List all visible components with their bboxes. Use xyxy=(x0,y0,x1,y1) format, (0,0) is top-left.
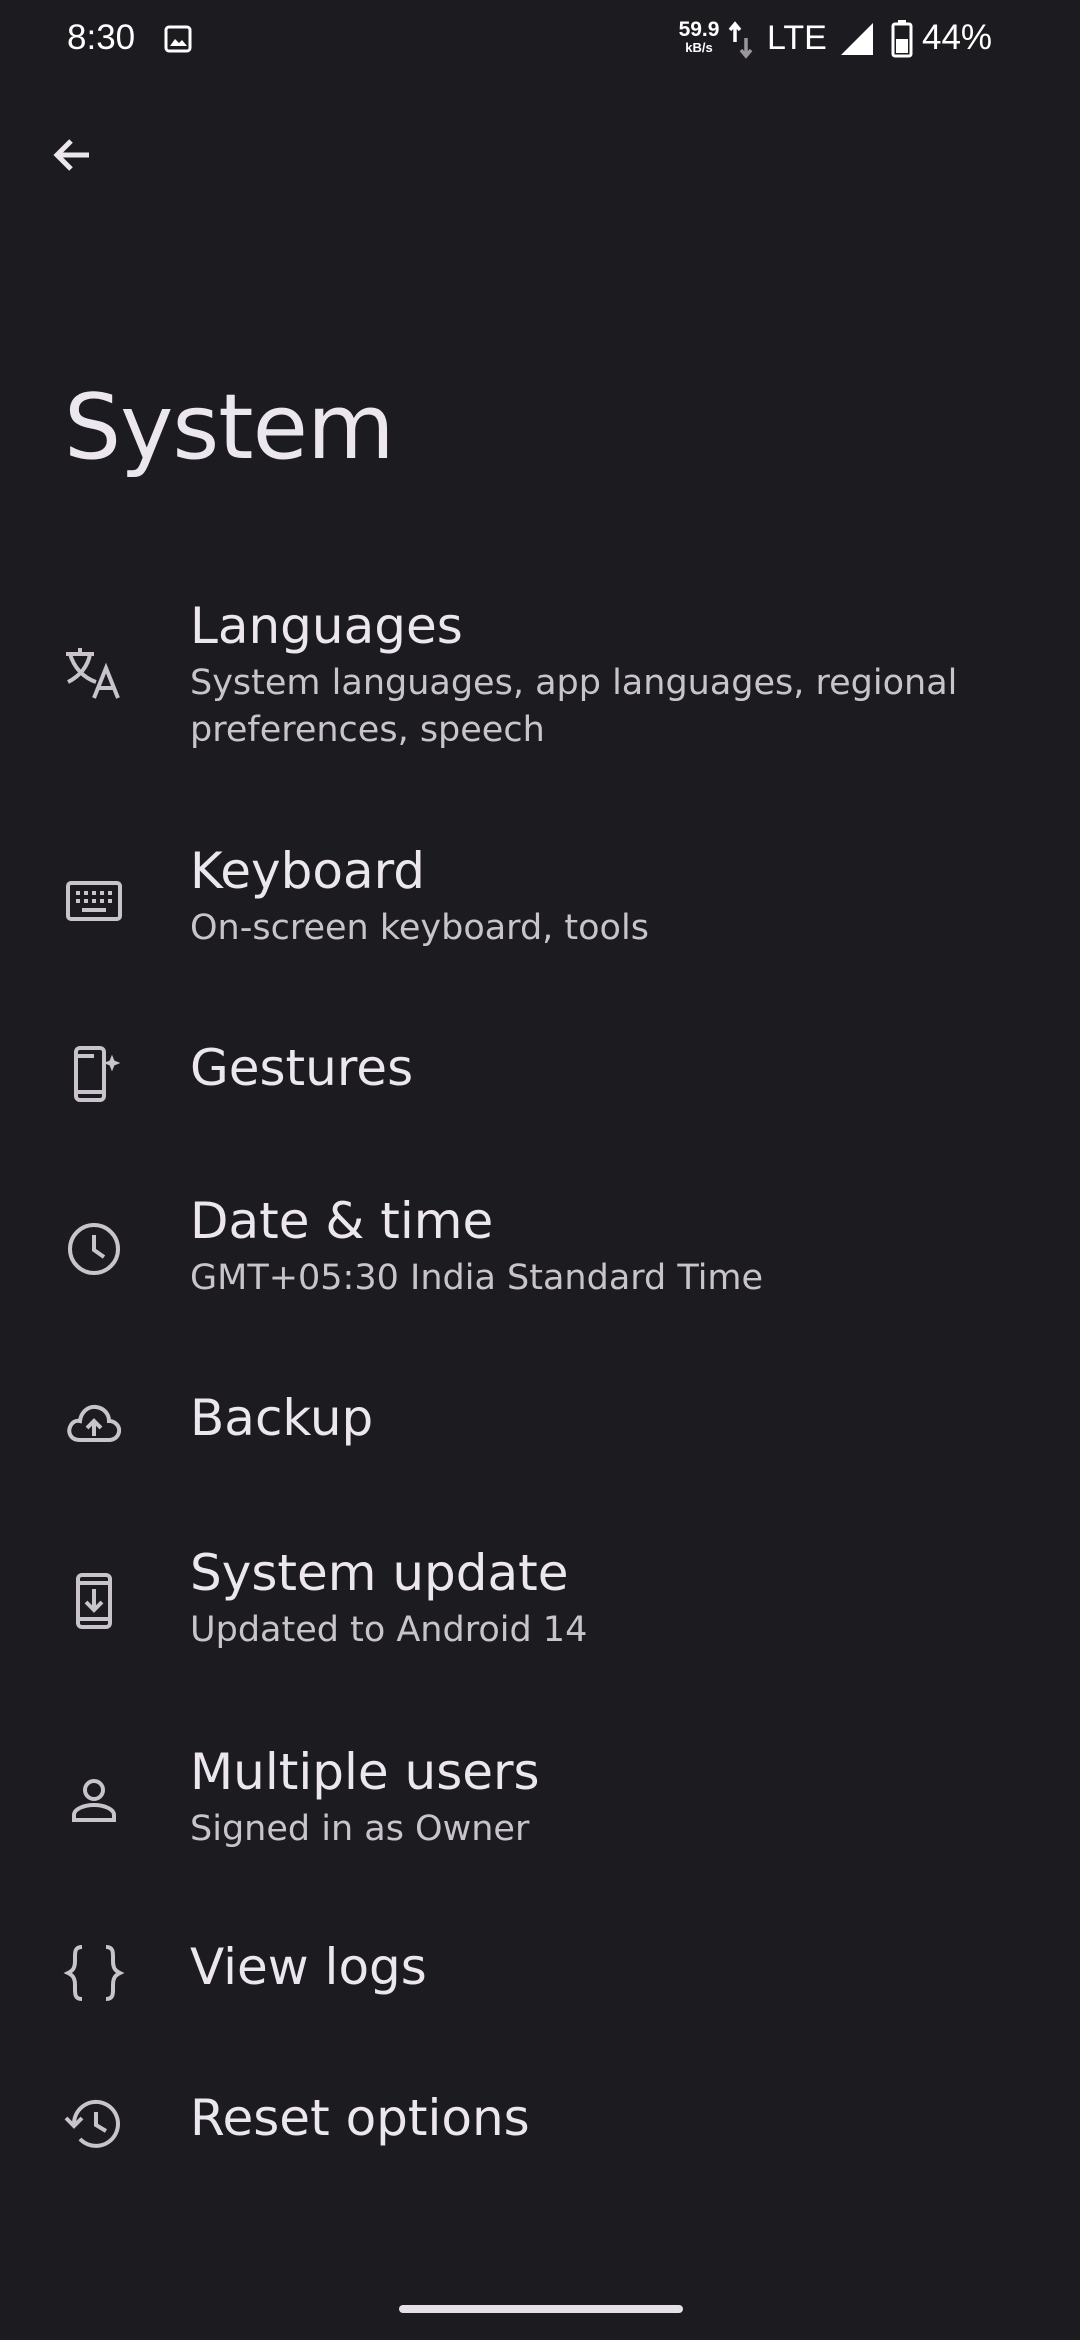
back-button[interactable] xyxy=(40,122,106,188)
system-update-icon xyxy=(62,1569,126,1633)
braces-icon xyxy=(62,1941,126,2005)
battery-percent: 44% xyxy=(922,18,993,57)
item-title: System update xyxy=(190,1544,569,1602)
settings-item-reset-options[interactable]: Reset options xyxy=(0,2080,1080,2190)
battery-icon xyxy=(891,20,913,58)
gesture-navigation-handle[interactable] xyxy=(399,2305,683,2313)
item-title: Gestures xyxy=(190,1039,414,1097)
data-activity-icon xyxy=(728,21,753,59)
status-time: 8:30 xyxy=(67,18,136,57)
network-speed: 59.9 kB/s xyxy=(674,19,724,54)
settings-item-system-update[interactable]: System update Updated to Android 14 xyxy=(0,1537,1080,1677)
signal-icon xyxy=(841,23,873,55)
network-type: LTE xyxy=(767,19,827,57)
item-title: View logs xyxy=(190,1938,427,1996)
cloud-upload-icon xyxy=(62,1392,126,1456)
item-title: Keyboard xyxy=(190,842,426,900)
gallery-notification-icon xyxy=(164,25,192,53)
status-bar: 8:30 59.9 kB/s LTE 44% xyxy=(0,0,1080,80)
settings-item-date-time[interactable]: Date & time GMT+05:30 India Standard Tim… xyxy=(0,1185,1080,1325)
item-title: Date & time xyxy=(190,1192,494,1250)
item-title: Languages xyxy=(190,597,463,655)
settings-item-backup[interactable]: Backup xyxy=(0,1380,1080,1490)
item-summary: Signed in as Owner xyxy=(190,1808,530,1849)
network-speed-unit: kB/s xyxy=(685,40,713,55)
clock-icon xyxy=(62,1217,126,1281)
settings-item-gestures[interactable]: Gestures xyxy=(0,1030,1080,1140)
item-title: Multiple users xyxy=(190,1743,540,1801)
person-icon xyxy=(62,1768,126,1832)
keyboard-icon xyxy=(62,869,126,933)
item-summary: Updated to Android 14 xyxy=(190,1609,588,1650)
network-speed-value: 59.9 xyxy=(678,18,720,41)
item-summary: GMT+05:30 India Standard Time xyxy=(190,1257,764,1298)
item-summary: System languages, app languages, regiona… xyxy=(190,662,958,750)
page-title: System xyxy=(64,375,395,480)
settings-item-keyboard[interactable]: Keyboard On-screen keyboard, tools xyxy=(0,835,1080,975)
settings-item-view-logs[interactable]: View logs xyxy=(0,1927,1080,2037)
history-icon xyxy=(62,2092,126,2156)
item-title: Backup xyxy=(190,1389,374,1447)
arrow-back-icon xyxy=(53,139,89,171)
item-title: Reset options xyxy=(190,2089,530,2147)
gestures-phone-icon xyxy=(62,1042,126,1106)
translate-icon xyxy=(62,640,126,704)
item-summary: On-screen keyboard, tools xyxy=(190,907,649,948)
settings-item-languages[interactable]: Languages System languages, app language… xyxy=(0,590,1080,770)
settings-item-multiple-users[interactable]: Multiple users Signed in as Owner xyxy=(0,1736,1080,1876)
